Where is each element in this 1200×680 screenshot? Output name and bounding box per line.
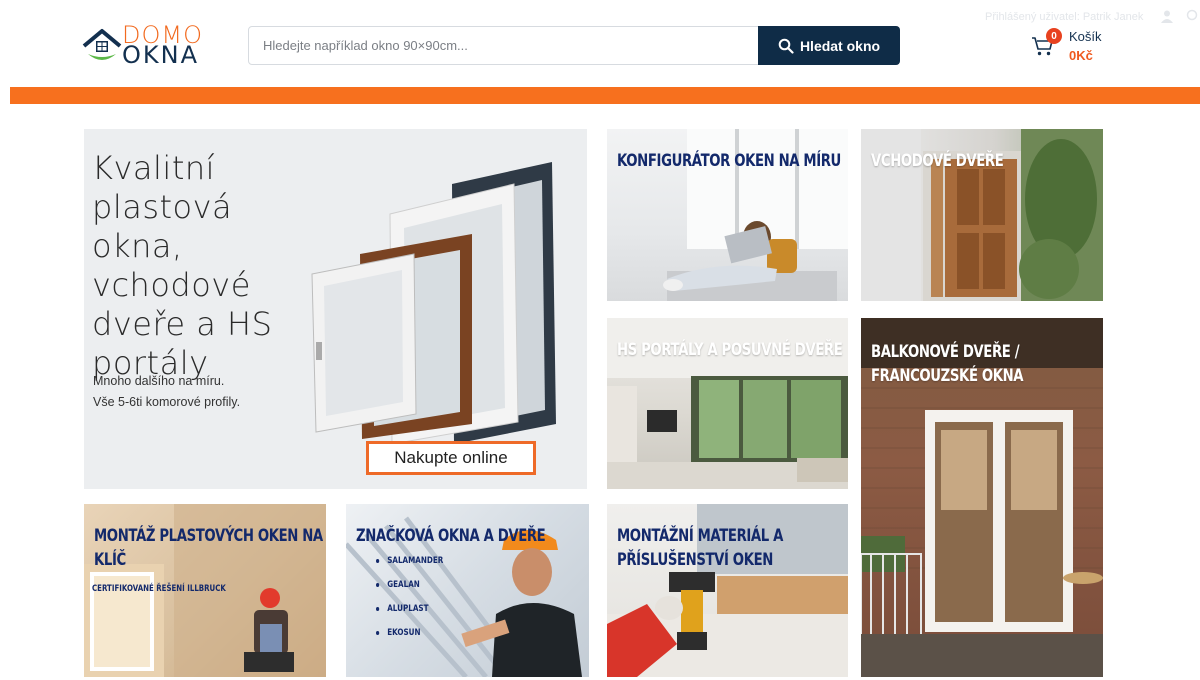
site-logo[interactable]: DOMO OKNA: [82, 23, 232, 69]
search-button[interactable]: Hledat okno: [758, 26, 900, 65]
tile-znackova-title: ZNAČKOVÁ OKNA A DVEŘE: [356, 526, 546, 546]
tile-balkonove-title-2: FRANCOUZSKÉ OKNA: [871, 366, 1024, 386]
search-input[interactable]: [249, 27, 757, 64]
house-logo-icon: [82, 29, 122, 60]
hero-subtext-1: Mnoho dalšího na míru.: [93, 374, 225, 388]
tile-konfigurator[interactable]: KONFIGURÁTOR OKEN NA MÍRU: [607, 129, 848, 301]
tile-balkonove-title-1: BALKONOVÉ DVEŘE /: [871, 342, 1020, 362]
logo-text-bottom: OKNA: [122, 41, 199, 69]
orange-nav-bar: [10, 87, 1200, 104]
search-button-label: Hledat okno: [799, 37, 881, 54]
tile-montaz[interactable]: MONTÁŽ PLASTOVÝCH OKEN NA KLÍČ CERTIFIKO…: [84, 504, 326, 677]
tile-montaz-title-1: MONTÁŽ PLASTOVÝCH OKEN NA: [94, 526, 323, 546]
tile-montaz-subtitle: CERTIFIKOVANÉ ŘEŠENÍ ILLBRUCK: [92, 584, 226, 594]
shop-online-button[interactable]: Nakupte online: [366, 441, 536, 475]
tile-konfigurator-title: KONFIGURÁTOR OKEN NA MÍRU: [617, 151, 841, 171]
tile-balkonove-dvere[interactable]: BALKONOVÉ DVEŘE / FRANCOUZSKÉ OKNA: [861, 318, 1103, 677]
cart-widget[interactable]: 0 Košík 0Kč: [1031, 28, 1121, 66]
tile-vchodove-title: VCHODOVÉ DVEŘE: [871, 151, 1004, 171]
search-bar: Hledat okno: [248, 26, 900, 65]
tile-montazni-material[interactable]: MONTÁŽNÍ MATERIÁL A PŘÍSLUŠENSTVÍ OKEN: [607, 504, 848, 677]
user-icons: [1160, 9, 1200, 23]
tile-vchodove-dvere[interactable]: VCHODOVÉ DVEŘE: [861, 129, 1103, 301]
hero-subtext-2: Vše 5-6ti komorové profily.: [93, 395, 241, 409]
cart-price: 0Kč: [1069, 48, 1093, 63]
brand-item-aluplast: ALUPLAST: [376, 604, 443, 614]
search-icon: [778, 38, 794, 54]
cart-label: Košík: [1069, 29, 1102, 44]
brand-list: SALAMANDER GEALAN ALUPLAST EKOSUN: [376, 556, 460, 652]
site-header: DOMO OKNA Hledat okno Přihlášený uživate…: [0, 0, 1200, 88]
tile-montaz-title-2: KLÍČ: [94, 550, 126, 570]
tile-material-title-1: MONTÁŽNÍ MATERIÁL A: [617, 526, 783, 546]
hero-heading: Kvalitní plastová okna, vchodové dveře a…: [92, 149, 273, 382]
tile-hs-title: HS PORTÁLY A POSUVNÉ DVEŘE: [617, 340, 843, 360]
hero-banner[interactable]: Kvalitní plastová okna, vchodové dveře a…: [84, 129, 587, 489]
cart-count-badge: 0: [1046, 28, 1062, 44]
logout-icon[interactable]: [1186, 9, 1200, 23]
tile-material-title-2: PŘÍSLUŠENSTVÍ OKEN: [617, 550, 773, 570]
brand-item-gealan: GEALAN: [376, 580, 443, 590]
brand-item-ekosun: EKOSUN: [376, 628, 443, 638]
tile-znackova-okna[interactable]: ZNAČKOVÁ OKNA A DVEŘE SALAMANDER GEALAN …: [346, 504, 589, 677]
user-icon[interactable]: [1160, 9, 1174, 23]
brand-item-salamander: SALAMANDER: [376, 556, 443, 566]
tile-hs-portaly[interactable]: HS PORTÁLY A POSUVNÉ DVEŘE: [607, 318, 848, 489]
windows-illustration: [311, 162, 556, 444]
logged-user-text: Přihlášený uživatel: Patrik Janek: [985, 11, 1144, 23]
